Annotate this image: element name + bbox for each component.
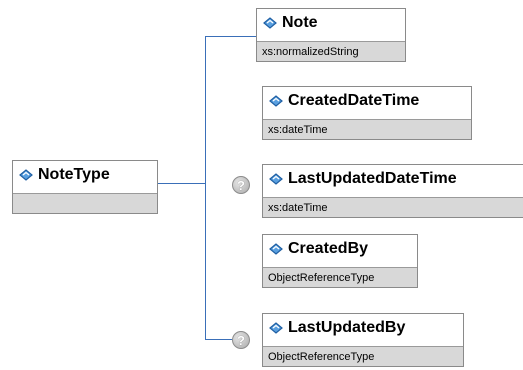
element-name: LastUpdatedDateTime xyxy=(288,169,457,187)
root-element-title: NoteType xyxy=(13,161,157,188)
root-element-box[interactable]: NoteType xyxy=(12,160,158,214)
element-name: CreatedBy xyxy=(288,239,369,257)
element-title: CreatedDateTime xyxy=(263,87,471,114)
element-title: LastUpdatedDateTime xyxy=(263,165,523,192)
root-element-name: NoteType xyxy=(38,165,110,183)
optional-question-icon: ? xyxy=(232,176,250,194)
element-diamond-icon xyxy=(269,172,283,185)
element-type: xs:normalizedString xyxy=(257,41,405,61)
optional-question-icon: ? xyxy=(232,331,250,349)
element-box-lastupdatedby[interactable]: LastUpdatedBy ObjectReferenceType xyxy=(262,313,464,367)
element-type: xs:dateTime xyxy=(263,119,471,139)
element-type: ObjectReferenceType xyxy=(263,346,463,366)
element-name: LastUpdatedBy xyxy=(288,318,406,336)
element-name: Note xyxy=(282,13,318,31)
element-box-lastupdateddatetime[interactable]: LastUpdatedDateTime xs:dateTime xyxy=(262,164,523,218)
element-type: xs:dateTime xyxy=(263,197,523,217)
element-box-note[interactable]: Note xs:normalizedString xyxy=(256,8,406,62)
element-title: Note xyxy=(257,9,405,36)
element-diamond-icon xyxy=(263,16,277,29)
element-diamond-icon xyxy=(269,321,283,334)
element-diamond-icon xyxy=(19,168,33,181)
element-box-createddatetime[interactable]: CreatedDateTime xs:dateTime xyxy=(262,86,472,140)
element-diamond-icon xyxy=(269,242,283,255)
element-type: ObjectReferenceType xyxy=(263,267,417,287)
root-element-type xyxy=(13,193,157,213)
element-title: CreatedBy xyxy=(263,235,417,262)
element-diamond-icon xyxy=(269,94,283,107)
element-box-createdby[interactable]: CreatedBy ObjectReferenceType xyxy=(262,234,418,288)
element-title: LastUpdatedBy xyxy=(263,314,463,341)
element-name: CreatedDateTime xyxy=(288,91,420,109)
